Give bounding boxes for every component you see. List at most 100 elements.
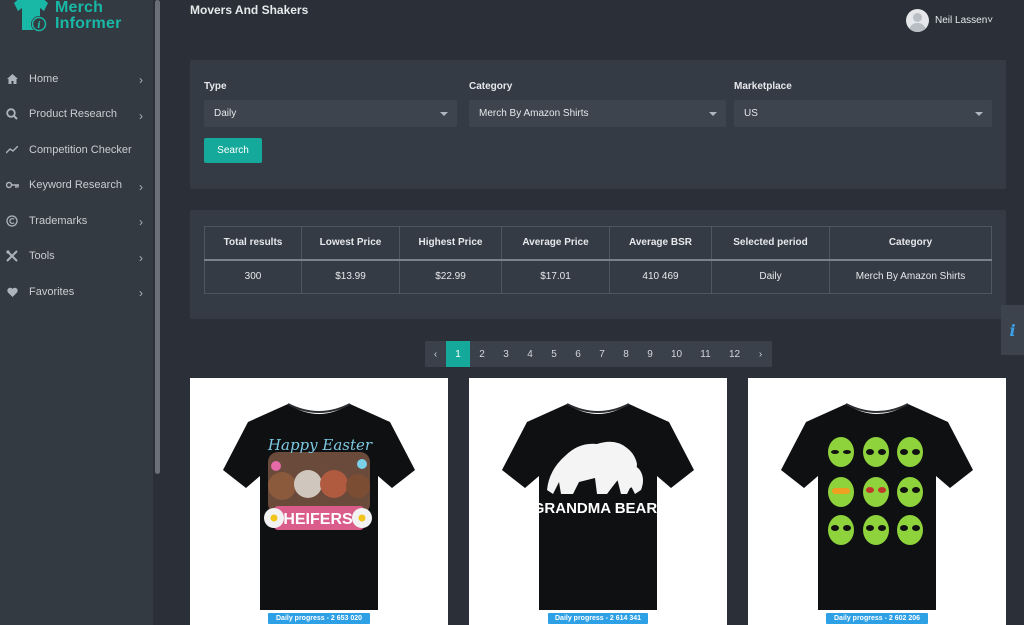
sidebar-nav: Home › Product Research › Competition Ch…: [0, 61, 153, 310]
sidebar-item-keyword-research[interactable]: Keyword Research ›: [0, 168, 153, 204]
cell-highest-price: $22.99: [399, 259, 502, 294]
cell-average-price: $17.01: [501, 259, 610, 294]
chevron-right-icon: ›: [139, 286, 143, 300]
search-button[interactable]: Search: [204, 138, 262, 163]
page-8[interactable]: 8: [614, 341, 638, 367]
tools-icon: [5, 249, 19, 263]
user-menu[interactable]: Neil Lassen ˅: [906, 9, 993, 32]
copyright-icon: [5, 214, 19, 228]
page-5[interactable]: 5: [542, 341, 566, 367]
header-total-results: Total results: [204, 226, 302, 260]
caret-down-icon: [440, 112, 448, 116]
product-card[interactable]: [748, 378, 1006, 625]
stats-table: Total results Lowest Price Highest Price…: [204, 226, 992, 294]
type-label: Type: [204, 81, 227, 92]
sidebar-scrollbar[interactable]: [155, 0, 160, 474]
home-icon: [5, 72, 19, 86]
page-1[interactable]: 1: [446, 341, 470, 367]
status-badge: Daily progress - 2 614 341: [548, 613, 648, 624]
shirt-logo-icon: i: [14, 0, 48, 32]
search-icon: [5, 107, 19, 121]
cell-total-results: 300: [204, 259, 302, 294]
chevron-down-icon: ˅: [987, 15, 994, 26]
product-image: [781, 403, 973, 610]
category-label: Category: [469, 81, 513, 92]
sidebar-item-trademarks[interactable]: Trademarks ›: [0, 203, 153, 239]
chevron-right-icon: ›: [139, 250, 143, 265]
header-average-bsr: Average BSR: [609, 226, 712, 260]
product-card[interactable]: Happy Easter HEIFERS: [190, 378, 448, 625]
table-row: 300 $13.99 $22.99 $17.01 410 469 Daily M…: [204, 259, 992, 294]
sidebar-item-competition-checker[interactable]: Competition Checker: [0, 132, 153, 168]
cell-lowest-price: $13.99: [301, 259, 400, 294]
page-4[interactable]: 4: [518, 341, 542, 367]
brand-name: Merch Informer: [55, 0, 122, 32]
info-icon[interactable]: i: [1001, 305, 1024, 355]
sidebar-item-label: Tools: [29, 250, 55, 263]
user-name: Neil Lassen: [935, 15, 988, 26]
stats-header-row: Total results Lowest Price Highest Price…: [204, 226, 992, 260]
brand-line2: Informer: [55, 15, 122, 32]
status-badge: Daily progress - 2 653 020: [268, 613, 370, 624]
product-card[interactable]: GRANDMA BEAR: [469, 378, 727, 625]
page-12[interactable]: 12: [720, 341, 749, 367]
sidebar-item-product-research[interactable]: Product Research ›: [0, 97, 153, 133]
pagination: ‹ 1 2 3 4 5 6 7 8 9 10 11 12 ›: [425, 341, 772, 367]
key-icon: [5, 178, 19, 192]
category-select[interactable]: Merch By Amazon Shirts: [469, 100, 726, 127]
design-text-heifers: HEIFERS: [283, 511, 353, 528]
design-text-happy-easter: Happy Easter: [267, 436, 373, 454]
cell-selected-period: Daily: [711, 259, 830, 294]
sidebar-item-label: Keyword Research: [29, 179, 122, 192]
sidebar-item-label: Home: [29, 72, 59, 85]
type-select-value: Daily: [214, 108, 237, 119]
caret-down-icon: [709, 112, 717, 116]
marketplace-select[interactable]: US: [734, 100, 992, 127]
page-title: Movers And Shakers: [190, 3, 309, 17]
sidebar-item-label: Competition Checker: [29, 143, 132, 156]
sidebar-item-home[interactable]: Home ›: [0, 61, 153, 97]
page-11[interactable]: 11: [691, 341, 720, 367]
chevron-right-icon: ›: [139, 215, 143, 229]
brand-line1: Merch: [55, 0, 104, 16]
chevron-right-icon: ›: [139, 108, 143, 123]
header-category: Category: [829, 226, 992, 260]
page-10[interactable]: 10: [662, 341, 691, 367]
page-3[interactable]: 3: [494, 341, 518, 367]
pagination-next[interactable]: ›: [749, 341, 772, 367]
brand-logo[interactable]: i Merch Informer: [6, 0, 146, 44]
header-average-price: Average Price: [501, 226, 610, 260]
avatar: [906, 9, 929, 32]
header-highest-price: Highest Price: [399, 226, 502, 260]
page-2[interactable]: 2: [470, 341, 494, 367]
product-image: Happy Easter HEIFERS: [223, 403, 415, 610]
page-6[interactable]: 6: [566, 341, 590, 367]
marketplace-label: Marketplace: [734, 81, 792, 92]
sidebar-item-label: Product Research: [29, 108, 118, 121]
heart-icon: [5, 285, 19, 299]
caret-down-icon: [975, 112, 983, 116]
chevron-right-icon: ›: [139, 73, 143, 87]
trend-icon: [5, 143, 19, 157]
sidebar-item-label: Favorites: [29, 285, 75, 298]
header-lowest-price: Lowest Price: [301, 226, 400, 260]
cell-category: Merch By Amazon Shirts: [829, 259, 992, 294]
product-image: GRANDMA BEAR: [502, 403, 694, 610]
chevron-right-icon: ›: [139, 179, 143, 194]
cell-average-bsr: 410 469: [609, 259, 712, 294]
sidebar-item-tools[interactable]: Tools ›: [0, 239, 153, 275]
page-7[interactable]: 7: [590, 341, 614, 367]
type-select[interactable]: Daily: [204, 100, 457, 127]
filter-panel: Type Daily Category Merch By Amazon Shir…: [190, 60, 1006, 189]
design-text-grandma-bear: GRANDMA BEAR: [533, 500, 658, 517]
page-9[interactable]: 9: [638, 341, 662, 367]
pagination-prev[interactable]: ‹: [425, 341, 446, 367]
sidebar-item-favorites[interactable]: Favorites ›: [0, 274, 153, 310]
status-badge: Daily progress - 2 602 206: [826, 613, 928, 624]
svg-text:i: i: [37, 21, 41, 31]
sidebar-item-label: Trademarks: [29, 214, 88, 227]
stats-panel: Total results Lowest Price Highest Price…: [190, 210, 1006, 319]
sidebar: i Merch Informer Home › Product Research…: [0, 0, 153, 625]
category-select-value: Merch By Amazon Shirts: [479, 108, 589, 119]
marketplace-select-value: US: [744, 108, 758, 119]
